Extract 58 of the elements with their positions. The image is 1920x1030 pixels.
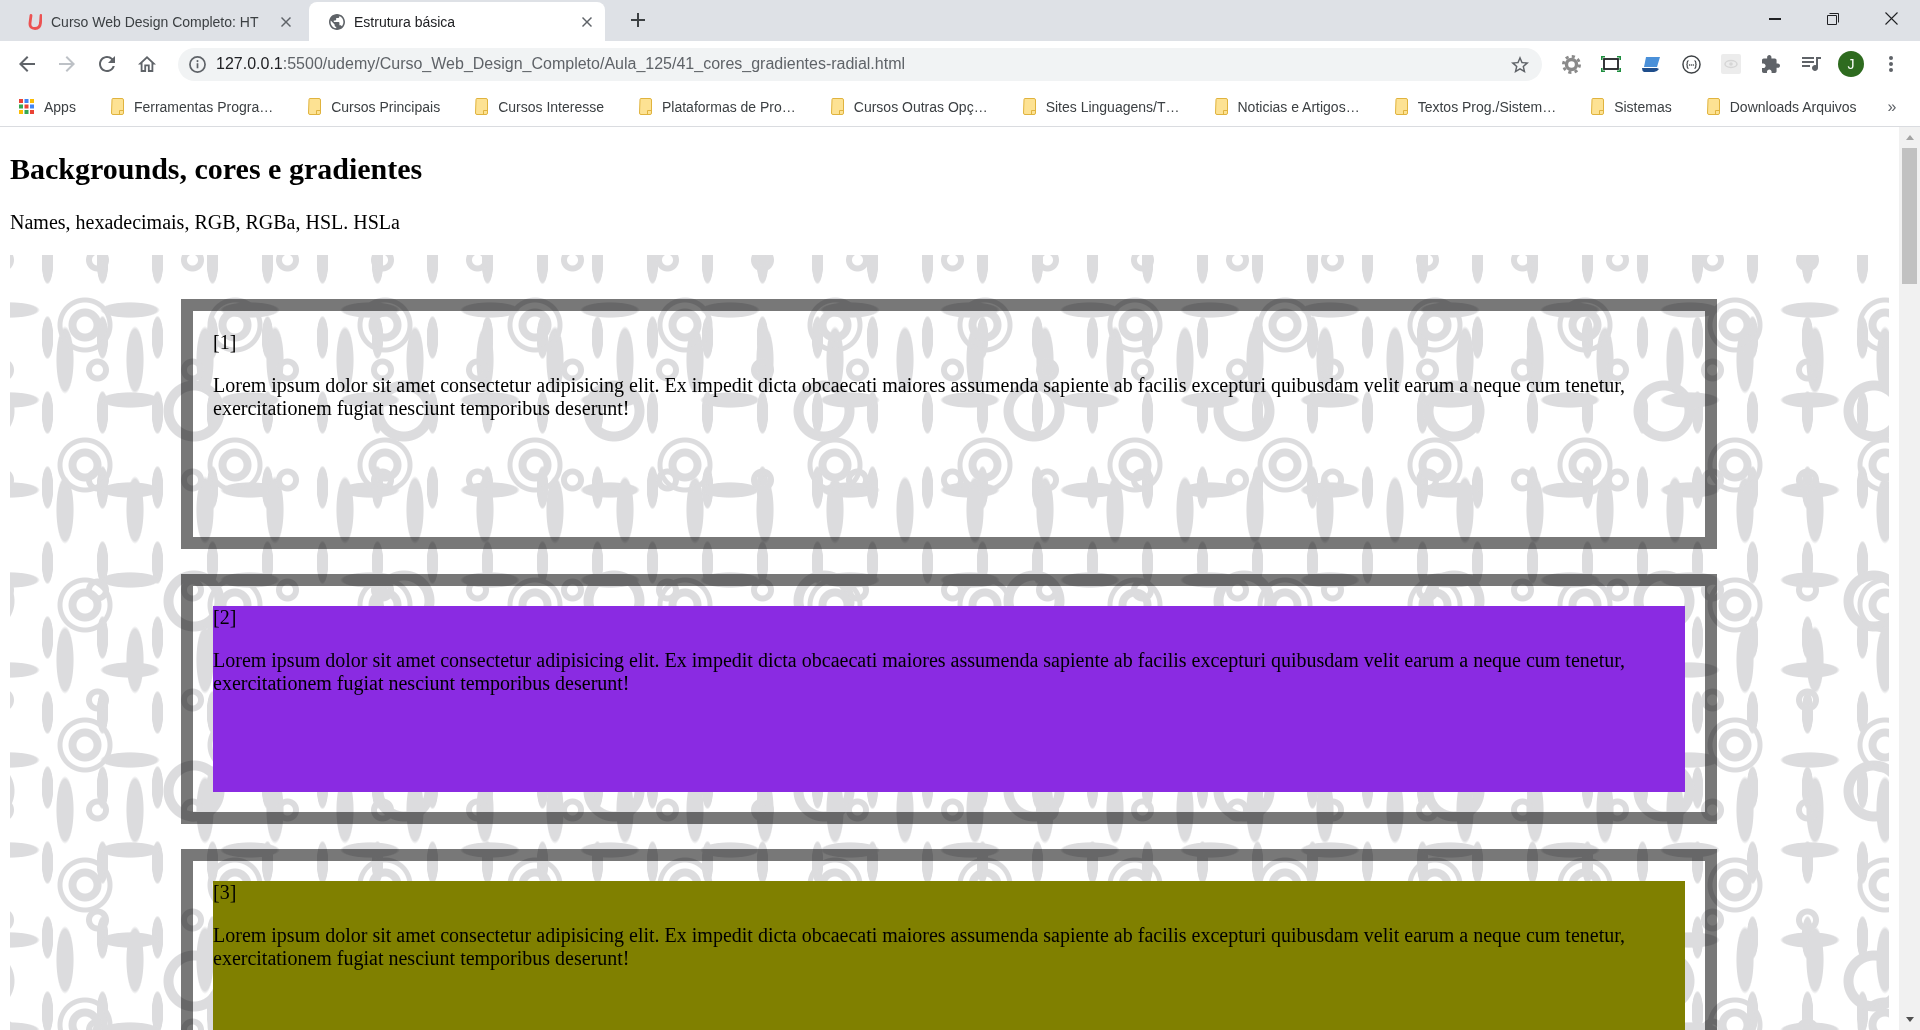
globe-icon xyxy=(329,13,345,30)
section-number: [1] xyxy=(213,331,237,354)
bookmark-folder[interactable]: Ferramentas Progra… xyxy=(102,92,282,121)
puzzle-icon xyxy=(1762,55,1780,73)
folder-icon xyxy=(475,98,489,115)
menu-icon xyxy=(1889,56,1893,72)
folder-icon xyxy=(308,98,322,115)
bookmark-folder[interactable]: Sites Linguagens/T… xyxy=(1014,92,1188,121)
bookmark-folder[interactable]: Cursos Principais xyxy=(300,92,449,121)
bookmark-folder[interactable]: Noticias e Artigos… xyxy=(1206,92,1368,121)
forward-arrow-icon xyxy=(59,56,75,72)
folder-icon xyxy=(1022,98,1036,115)
bookmarks-overflow-button[interactable]: » xyxy=(1883,92,1901,121)
folder-icon xyxy=(1591,98,1605,115)
bookmark-folder[interactable]: Textos Prog./Sistem… xyxy=(1386,92,1565,121)
reload-icon xyxy=(99,56,115,72)
laptop-icon xyxy=(1641,56,1661,72)
folder-icon xyxy=(110,98,124,115)
screen-frame-icon xyxy=(1601,56,1621,72)
folder-icon xyxy=(1214,98,1228,115)
profile-avatar-button[interactable]: J xyxy=(1838,51,1864,77)
lorem-paragraph: Lorem ipsum dolor sit amet consectetur adipisicing elit. Ex impedit dicta obcaecati maiores assumenda sapiente ab facilis excepturi quibusdam velit earum a neque cum tenetur, exercitationem fugiat nesciunt temporibus deserunt! xyxy=(213,374,1627,420)
address-bar[interactable]: 127.0.0.1:5500/udemy/Curso_Web_Design_Completo/Aula_125/41_cores_gradientes-radial.html xyxy=(178,47,1542,81)
bookmark-folder[interactable]: Cursos Interesse xyxy=(467,92,612,121)
folder-icon xyxy=(1706,98,1720,115)
folder-icon xyxy=(1394,98,1408,115)
section-number: [3] xyxy=(213,881,237,904)
folder-icon xyxy=(638,98,652,115)
site-logo-icon xyxy=(28,13,42,30)
lorem-paragraph: Lorem ipsum dolor sit amet consectetur adipisicing elit. Ex impedit dicta obcaecati maiores assumenda sapiente ab facilis excepturi quibusdam velit earum a neque cum tenetur, exercitationem fugiat nesciunt temporibus deserunt! xyxy=(213,924,1627,970)
close-icon xyxy=(1884,12,1898,25)
restore-icon xyxy=(1827,12,1839,25)
apps-shortcut[interactable]: Apps xyxy=(11,92,84,121)
close-icon xyxy=(582,16,592,27)
home-icon xyxy=(138,56,156,72)
scroll-down-arrow-icon[interactable] xyxy=(1905,1017,1914,1022)
browser-tab[interactable]: Estrutura básica xyxy=(309,2,605,41)
page-subtitle: Names, hexadecimais, RGB, RGBa, HSL. HSLa xyxy=(10,211,401,234)
playlist-icon xyxy=(1801,57,1821,71)
section-number: [2] xyxy=(213,606,237,629)
folder-icon xyxy=(830,98,844,115)
apps-grid-icon xyxy=(19,99,34,114)
minimize-icon xyxy=(1769,17,1781,20)
plus-icon xyxy=(631,13,645,27)
close-icon xyxy=(281,16,291,27)
bookmark-folder[interactable]: Cursos Outras Opç… xyxy=(822,92,996,121)
info-icon[interactable] xyxy=(189,55,206,73)
scrollbar-thumb[interactable] xyxy=(1902,148,1917,284)
bookmark-folder[interactable]: Downloads Arquivos xyxy=(1698,92,1865,121)
gear-icon xyxy=(1561,54,1581,74)
browser-tab[interactable]: Curso Web Design Completo: HT xyxy=(8,2,304,41)
lorem-paragraph: Lorem ipsum dolor sit amet consectetur adipisicing elit. Ex impedit dicta obcaecati maiores assumenda sapiente ab facilis excepturi quibusdam velit earum a neque cum tenetur, exercitationem fugiat nesciunt temporibus deserunt! xyxy=(213,649,1627,695)
bookmark-folder[interactable]: Plataformas de Pro… xyxy=(630,92,804,121)
page-heading: Backgrounds, cores e gradientes xyxy=(10,152,424,186)
braces-circle-icon xyxy=(1681,54,1701,74)
back-arrow-icon xyxy=(19,56,35,72)
faded-square-icon xyxy=(1721,54,1741,74)
bookmark-folder[interactable]: Sistemas xyxy=(1583,92,1680,121)
